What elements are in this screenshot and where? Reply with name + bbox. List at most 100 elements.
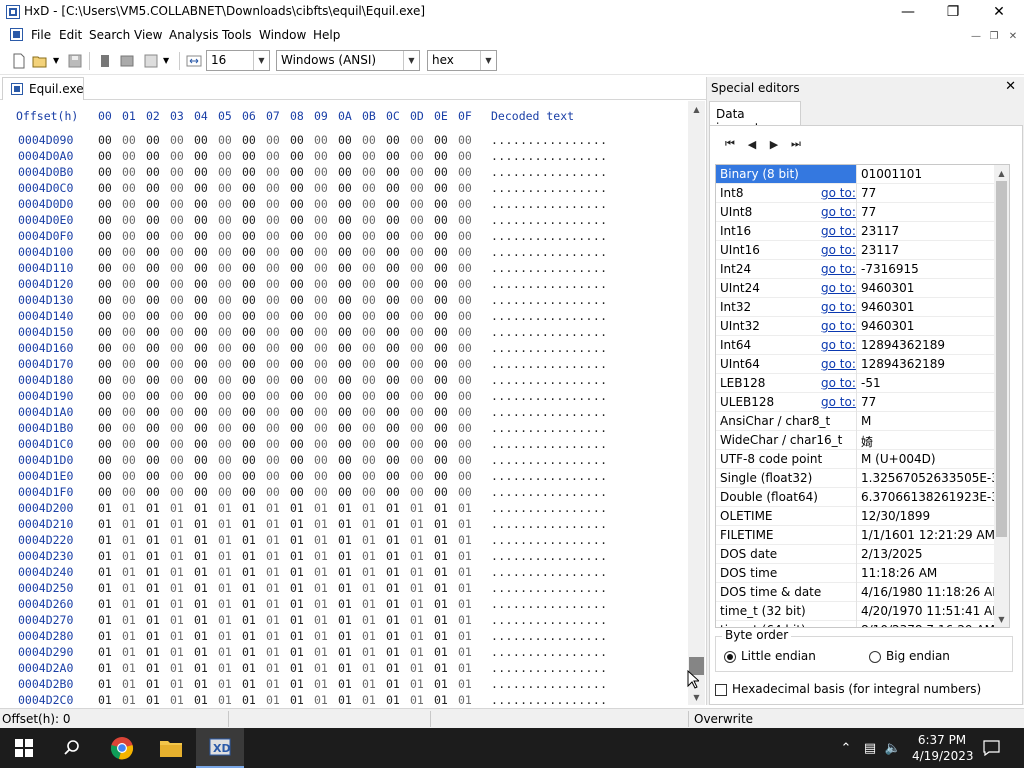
hex-byte[interactable]: 01 bbox=[434, 565, 448, 579]
decoded-text[interactable]: ................ bbox=[491, 437, 607, 451]
hex-byte[interactable]: 00 bbox=[122, 213, 136, 227]
hex-byte[interactable]: 00 bbox=[146, 277, 160, 291]
decoded-text[interactable]: ................ bbox=[491, 501, 607, 515]
tab-equil-exe[interactable]: Equil.exe bbox=[2, 77, 84, 100]
hex-byte[interactable]: 00 bbox=[218, 309, 232, 323]
hex-byte[interactable]: 01 bbox=[290, 629, 304, 643]
hex-byte[interactable]: 00 bbox=[362, 325, 376, 339]
hex-byte[interactable]: 00 bbox=[362, 149, 376, 163]
hex-byte[interactable]: 01 bbox=[170, 501, 184, 515]
inspector-row-value[interactable]: -7316915 bbox=[861, 262, 919, 276]
hex-byte[interactable]: 01 bbox=[242, 501, 256, 515]
notifications-icon[interactable] bbox=[983, 740, 1000, 756]
inspector-scrollbar[interactable]: ▲ ▼ bbox=[994, 165, 1009, 627]
hex-byte[interactable]: 00 bbox=[386, 453, 400, 467]
hex-byte[interactable]: 00 bbox=[338, 293, 352, 307]
inspector-row-value[interactable]: 11:18:26 AM bbox=[861, 566, 937, 580]
hex-byte[interactable]: 00 bbox=[146, 197, 160, 211]
charset-select[interactable]: Windows (ANSI) ▼ bbox=[276, 50, 420, 71]
hex-byte[interactable]: 01 bbox=[242, 533, 256, 547]
hex-byte[interactable]: 01 bbox=[170, 581, 184, 595]
hex-byte[interactable]: 01 bbox=[98, 501, 112, 515]
hex-byte[interactable]: 00 bbox=[410, 485, 424, 499]
inspector-row[interactable]: Single (float32) 1.32567052633505E-38 bbox=[716, 469, 1007, 488]
hex-byte[interactable]: 00 bbox=[386, 213, 400, 227]
hex-byte[interactable]: 01 bbox=[122, 645, 136, 659]
hex-byte[interactable]: 01 bbox=[314, 597, 328, 611]
hex-byte[interactable]: 01 bbox=[338, 613, 352, 627]
inspector-row[interactable]: UInt64 go to: 12894362189 bbox=[716, 355, 996, 374]
hex-byte[interactable]: 01 bbox=[386, 597, 400, 611]
hex-byte[interactable]: 00 bbox=[170, 453, 184, 467]
hex-byte[interactable]: 01 bbox=[434, 645, 448, 659]
hex-byte[interactable]: 00 bbox=[170, 245, 184, 259]
hex-byte[interactable]: 00 bbox=[98, 405, 112, 419]
hex-byte[interactable]: 01 bbox=[290, 693, 304, 705]
hex-byte[interactable]: 01 bbox=[122, 693, 136, 705]
hex-byte[interactable]: 00 bbox=[410, 325, 424, 339]
inspector-row-value[interactable]: 1/1/1601 12:21:29 AM bbox=[861, 528, 995, 542]
hex-byte[interactable]: 01 bbox=[290, 645, 304, 659]
hex-byte[interactable]: 00 bbox=[170, 133, 184, 147]
hex-byte[interactable]: 00 bbox=[170, 213, 184, 227]
hex-byte[interactable]: 01 bbox=[242, 645, 256, 659]
hex-byte[interactable]: 00 bbox=[146, 485, 160, 499]
hex-byte[interactable]: 01 bbox=[170, 629, 184, 643]
hex-byte[interactable]: 00 bbox=[338, 341, 352, 355]
inspector-row-value[interactable]: M (U+004D) bbox=[861, 452, 936, 466]
hex-byte[interactable]: 01 bbox=[266, 661, 280, 675]
hex-byte[interactable]: 00 bbox=[338, 197, 352, 211]
hex-byte[interactable]: 01 bbox=[410, 581, 424, 595]
hex-byte[interactable]: 01 bbox=[242, 661, 256, 675]
hex-byte[interactable]: 00 bbox=[266, 421, 280, 435]
hex-byte[interactable]: 00 bbox=[338, 165, 352, 179]
hex-byte[interactable]: 00 bbox=[122, 245, 136, 259]
hex-byte[interactable]: 00 bbox=[170, 181, 184, 195]
inspector-row[interactable]: time_t (64 bit)8/10/2378 7:16:29 AM bbox=[716, 621, 996, 627]
hex-byte[interactable]: 00 bbox=[266, 309, 280, 323]
hex-byte[interactable]: 00 bbox=[146, 469, 160, 483]
hex-byte[interactable]: 01 bbox=[146, 629, 160, 643]
hex-byte[interactable]: 00 bbox=[314, 437, 328, 451]
hex-byte[interactable]: 00 bbox=[458, 437, 472, 451]
hex-byte[interactable]: 01 bbox=[386, 565, 400, 579]
ram-icon[interactable] bbox=[97, 53, 113, 69]
hex-byte[interactable]: 00 bbox=[314, 277, 328, 291]
hex-byte[interactable]: 00 bbox=[290, 197, 304, 211]
hex-byte[interactable]: 00 bbox=[458, 261, 472, 275]
hex-byte[interactable]: 00 bbox=[218, 165, 232, 179]
hex-byte[interactable]: 01 bbox=[218, 517, 232, 531]
hex-byte[interactable]: 00 bbox=[170, 421, 184, 435]
hex-byte[interactable]: 01 bbox=[338, 581, 352, 595]
hex-byte[interactable]: 01 bbox=[170, 517, 184, 531]
hex-byte[interactable]: 00 bbox=[242, 389, 256, 403]
inspector-row[interactable]: LEB128 go to: -51 bbox=[716, 374, 996, 393]
hex-byte[interactable]: 00 bbox=[386, 309, 400, 323]
hex-byte[interactable]: 00 bbox=[218, 341, 232, 355]
hex-byte[interactable]: 00 bbox=[362, 421, 376, 435]
hex-byte[interactable]: 00 bbox=[146, 213, 160, 227]
hex-byte[interactable]: 01 bbox=[218, 661, 232, 675]
hex-byte[interactable]: 01 bbox=[122, 613, 136, 627]
hex-byte[interactable]: 01 bbox=[314, 565, 328, 579]
hex-byte[interactable]: 01 bbox=[362, 549, 376, 563]
hex-byte[interactable]: 00 bbox=[122, 277, 136, 291]
hex-byte[interactable]: 01 bbox=[170, 661, 184, 675]
decoded-text[interactable]: ................ bbox=[491, 453, 607, 467]
hex-byte[interactable]: 00 bbox=[98, 181, 112, 195]
hex-byte[interactable]: 00 bbox=[410, 261, 424, 275]
view-icon[interactable] bbox=[143, 53, 159, 69]
hex-byte[interactable]: 00 bbox=[218, 197, 232, 211]
hex-byte[interactable]: 01 bbox=[410, 501, 424, 515]
hex-byte[interactable]: 01 bbox=[386, 613, 400, 627]
hex-byte[interactable]: 00 bbox=[362, 357, 376, 371]
previous-icon[interactable]: ◀ bbox=[744, 136, 760, 152]
hex-byte[interactable]: 00 bbox=[122, 373, 136, 387]
hex-byte[interactable]: 01 bbox=[266, 597, 280, 611]
hex-byte[interactable]: 00 bbox=[242, 437, 256, 451]
hex-byte[interactable]: 00 bbox=[194, 277, 208, 291]
hex-byte[interactable]: 00 bbox=[218, 373, 232, 387]
decoded-text[interactable]: ................ bbox=[491, 485, 607, 499]
hex-byte[interactable]: 01 bbox=[218, 581, 232, 595]
maximize-button[interactable]: ❐ bbox=[930, 0, 976, 24]
